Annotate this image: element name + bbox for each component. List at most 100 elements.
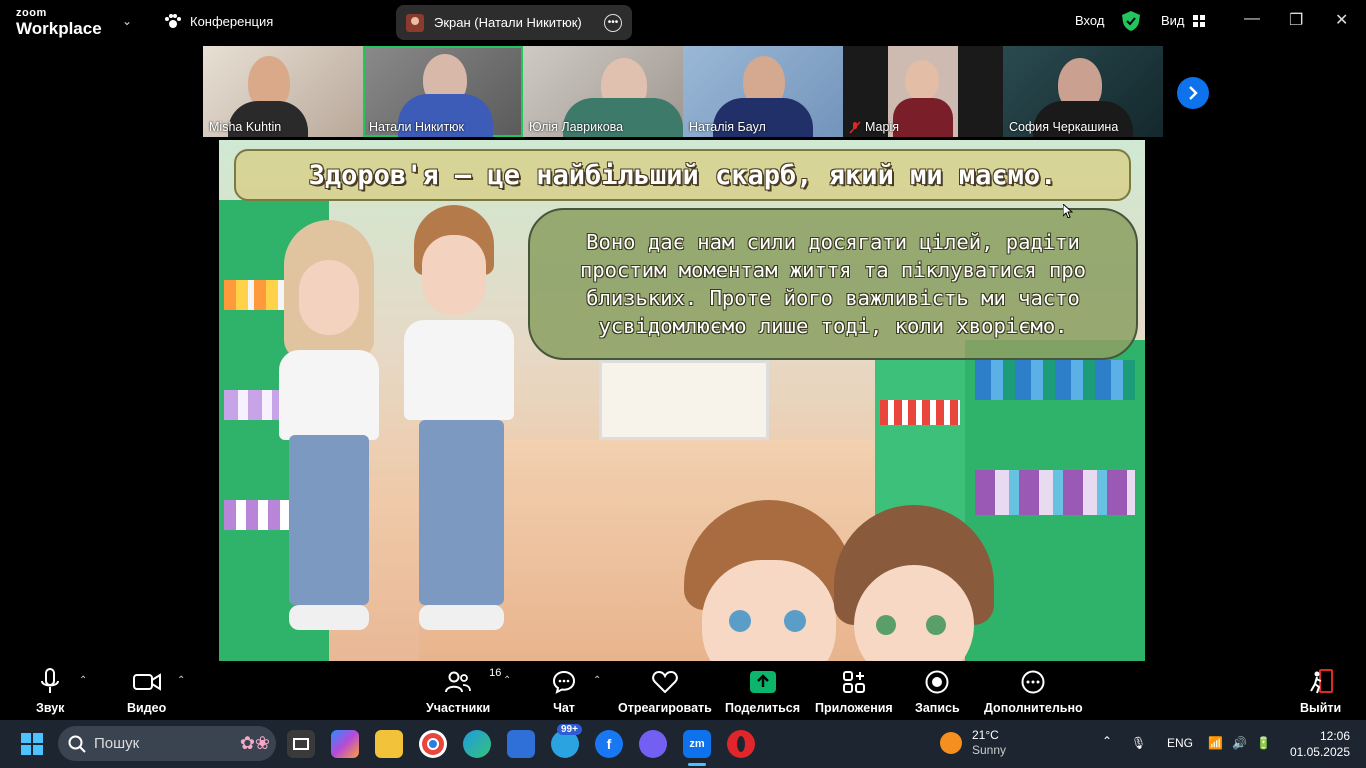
- participants-options-caret-icon[interactable]: ⌃: [503, 675, 511, 686]
- telegram-badge: 99+: [557, 724, 582, 735]
- copilot-icon[interactable]: [331, 730, 359, 758]
- battery-icon[interactable]: 🔋: [1256, 736, 1271, 750]
- shared-screen-slide: Здоров'я — це найбільший скарб, який ми …: [219, 140, 1145, 661]
- next-participants-button[interactable]: [1177, 77, 1209, 109]
- participant-tile-active[interactable]: Натали Никитюк: [363, 46, 523, 137]
- zoom-taskbar-icon[interactable]: zm: [683, 730, 711, 758]
- react-label: Отреагировать: [618, 701, 712, 715]
- video-label: Видео: [127, 701, 167, 715]
- share-screen-icon: [749, 671, 776, 693]
- more-button[interactable]: Дополнительно: [984, 667, 1083, 715]
- shield-check-icon[interactable]: [1122, 11, 1140, 31]
- weather-desc: Sunny: [972, 743, 1007, 757]
- share-screen-label: Поделиться: [725, 701, 801, 715]
- participant-tile[interactable]: Misha Kuhtin: [203, 46, 363, 137]
- store-icon[interactable]: [507, 730, 535, 758]
- search-placeholder: Пошук: [94, 735, 140, 752]
- leave-icon: [1309, 669, 1333, 694]
- weather-widget[interactable]: 21°C Sunny: [940, 728, 1006, 758]
- language-indicator[interactable]: ENG: [1167, 736, 1193, 750]
- audio-button[interactable]: Звук: [36, 667, 64, 715]
- minimize-icon[interactable]: —: [1244, 10, 1260, 28]
- participant-name: Misha Kuhtin: [209, 120, 282, 134]
- participants-count: 16: [489, 667, 502, 679]
- chrome-icon[interactable]: [419, 730, 447, 758]
- grid-icon: [1192, 14, 1205, 27]
- apps-button[interactable]: Приложения: [815, 667, 893, 715]
- meeting-toolbar: Звук ⌃ Видео ⌃ 16 Участники ⌃ Чат ⌃ Отре…: [0, 661, 1366, 720]
- participant-tile[interactable]: Марія: [843, 46, 1003, 137]
- slide-illustration-boy-closeup: [684, 500, 854, 661]
- react-button[interactable]: Отреагировать: [618, 667, 712, 715]
- slide-illustration-boy: [394, 205, 514, 640]
- slide-shelf-products: [975, 470, 1135, 515]
- view-button[interactable]: Вид: [1161, 13, 1205, 28]
- apps-label: Приложения: [815, 701, 893, 715]
- leave-button[interactable]: Выйти: [1300, 667, 1341, 715]
- conference-button[interactable]: Конференция: [164, 13, 273, 29]
- clock-time: 12:06: [1319, 729, 1350, 743]
- participant-video-face: [905, 60, 939, 100]
- apps-icon: [842, 671, 865, 693]
- record-button[interactable]: Запись: [915, 667, 960, 715]
- slide-illustration-girl-closeup: [834, 505, 994, 661]
- meeting-topbar: zoom Workplace ⌄ Конференция Экран (Ната…: [0, 0, 1366, 46]
- record-icon: [925, 670, 949, 694]
- windows-taskbar: Пошук ✿❀ 99+ f zm 21°C Sunny ⌃ 🎙 ENG 📶 🔊…: [0, 720, 1366, 768]
- taskbar-search[interactable]: Пошук ✿❀: [58, 726, 276, 761]
- audio-label: Звук: [36, 701, 65, 715]
- mouse-cursor-icon: [1063, 204, 1073, 218]
- weather-temp: 21°C: [972, 728, 999, 742]
- participant-name: Марія: [849, 120, 899, 134]
- restore-icon[interactable]: ❐: [1289, 10, 1303, 30]
- screen-share-pill[interactable]: Экран (Натали Никитюк) •••: [396, 5, 632, 40]
- chevron-down-icon[interactable]: ⌄: [122, 14, 132, 28]
- task-view-icon[interactable]: [287, 730, 315, 758]
- viber-icon[interactable]: [639, 730, 667, 758]
- edge-icon[interactable]: [463, 730, 491, 758]
- participant-video-body: [893, 98, 953, 137]
- active-app-indicator: [688, 763, 706, 766]
- participant-tile[interactable]: София Черкашина: [1003, 46, 1163, 137]
- participants-icon: [445, 671, 472, 693]
- participant-strip: Misha Kuhtin Натали Никитюк Юлія Лаврико…: [203, 46, 1163, 137]
- search-icon: [68, 735, 86, 753]
- chevron-right-icon: [1189, 86, 1198, 100]
- pen-mic-icon[interactable]: 🎙: [1131, 736, 1146, 750]
- share-screen-button[interactable]: Поделиться: [725, 667, 800, 715]
- chat-button[interactable]: Чат: [552, 667, 576, 715]
- camera-icon: [132, 673, 161, 691]
- participant-name: Наталія Баул: [689, 120, 766, 134]
- slide-text-box: Воно дає нам сили досягати цілей, радіти…: [528, 208, 1138, 360]
- file-explorer-icon[interactable]: [375, 730, 403, 758]
- participant-tile[interactable]: Наталія Баул: [683, 46, 843, 137]
- telegram-icon[interactable]: 99+: [551, 724, 582, 758]
- close-icon[interactable]: ✕: [1335, 10, 1348, 30]
- flowers-icon: ✿❀: [239, 733, 270, 753]
- tray-overflow-icon[interactable]: ⌃: [1102, 734, 1112, 748]
- participant-tile[interactable]: Юлія Лаврикова: [523, 46, 683, 137]
- taskbar-clock[interactable]: 12:06 01.05.2025: [1288, 728, 1350, 760]
- more-dots-icon: [1021, 670, 1045, 694]
- zoom-logo: zoom Workplace: [16, 8, 102, 38]
- wifi-icon[interactable]: 📶: [1208, 736, 1223, 750]
- more-options-icon[interactable]: •••: [604, 13, 622, 32]
- windows-start-icon[interactable]: [21, 733, 43, 755]
- participants-label: Участники: [426, 701, 491, 715]
- volume-icon[interactable]: 🔊: [1232, 736, 1247, 750]
- signin-button[interactable]: Вход: [1075, 13, 1104, 28]
- slide-title: Здоров'я — це найбільший скарб, який ми …: [308, 159, 1057, 191]
- video-button[interactable]: Видео: [127, 667, 166, 715]
- opera-icon[interactable]: [727, 730, 755, 758]
- slide-shelf-products: [975, 360, 1135, 400]
- chat-label: Чат: [553, 701, 575, 715]
- audio-options-caret-icon[interactable]: ⌃: [79, 675, 87, 686]
- sun-icon: [940, 732, 962, 754]
- screen-share-label: Экран (Натали Никитюк): [434, 15, 582, 30]
- paw-icon: [165, 14, 181, 28]
- participants-button[interactable]: 16 Участники: [426, 667, 501, 715]
- heart-icon: [652, 671, 678, 693]
- chat-options-caret-icon[interactable]: ⌃: [593, 675, 601, 686]
- video-options-caret-icon[interactable]: ⌃: [177, 675, 185, 686]
- facebook-icon[interactable]: f: [595, 730, 623, 758]
